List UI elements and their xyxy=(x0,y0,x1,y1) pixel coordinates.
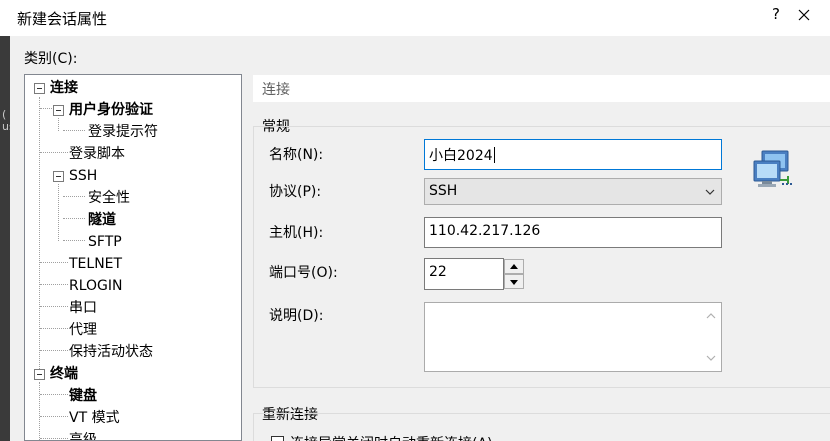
protocol-select[interactable]: SSH xyxy=(424,178,722,205)
collapse-toggle-terminal[interactable] xyxy=(34,369,45,380)
chevron-down-icon xyxy=(705,189,715,195)
auto-reconnect-checkbox[interactable] xyxy=(271,436,284,441)
port-increment-button[interactable] xyxy=(504,259,524,274)
text-caret xyxy=(493,147,495,163)
tree-item-connection[interactable]: 连接 xyxy=(50,77,78,99)
port-label: 端口号(O): xyxy=(269,265,338,281)
tree-connector xyxy=(63,218,85,219)
port-decrement-button[interactable] xyxy=(504,274,524,289)
tree-item-user-auth[interactable]: 用户身份验证 xyxy=(69,99,153,121)
tree-item-telnet[interactable]: TELNET xyxy=(69,253,122,275)
scroll-up-icon[interactable] xyxy=(706,311,716,321)
tree-connector xyxy=(40,262,68,263)
host-field[interactable]: 110.42.217.126 xyxy=(424,217,722,248)
host-label: 主机(H): xyxy=(269,225,324,241)
tree-item-sftp[interactable]: SFTP xyxy=(88,231,122,253)
title-bar: 新建会话属性 ? xyxy=(0,0,830,36)
tree-item-login-prompts[interactable]: 登录提示符 xyxy=(88,121,158,143)
port-field[interactable]: 22 xyxy=(424,258,504,290)
arrow-up-icon xyxy=(510,264,518,269)
tree-item-keyboard[interactable]: 键盘 xyxy=(69,385,97,407)
background-window-sliver: ( us xyxy=(0,36,15,441)
tree-connector xyxy=(63,196,85,197)
panel-header-title: 连接 xyxy=(262,82,290,98)
arrow-down-icon xyxy=(510,280,518,285)
tree-item-ssh[interactable]: SSH xyxy=(69,165,97,187)
description-field[interactable] xyxy=(424,302,722,372)
tree-connector xyxy=(58,184,59,241)
category-tree[interactable]: 连接 用户身份验证 登录提示符 登录脚本 SSH 安全性 隧道 SFTP TEL… xyxy=(24,74,242,441)
name-field-value: 小白2024 xyxy=(429,148,493,164)
tree-connector xyxy=(40,350,68,351)
collapse-toggle-auth[interactable] xyxy=(53,105,64,116)
tree-connector xyxy=(40,152,68,153)
tree-connector xyxy=(40,108,52,109)
name-field[interactable]: 小白2024 xyxy=(424,139,722,170)
host-field-value: 110.42.217.126 xyxy=(429,223,541,239)
tree-item-security[interactable]: 安全性 xyxy=(88,187,130,209)
close-icon[interactable] xyxy=(796,7,812,23)
auto-reconnect-label: 连接异常关闭时自动重新连接(A) xyxy=(290,433,493,441)
port-field-value: 22 xyxy=(429,264,447,280)
tree-connector xyxy=(39,382,40,440)
tree-item-terminal[interactable]: 终端 xyxy=(50,363,78,385)
network-computer-icon xyxy=(753,150,792,187)
tree-connector xyxy=(39,97,40,379)
protocol-select-value: SSH xyxy=(429,183,458,199)
tree-connector xyxy=(40,328,68,329)
tree-connector xyxy=(40,306,68,307)
help-button[interactable]: ? xyxy=(768,5,784,23)
window-title: 新建会话属性 xyxy=(17,10,108,28)
collapse-toggle-ssh[interactable] xyxy=(53,171,64,182)
tree-item-proxy[interactable]: 代理 xyxy=(69,319,97,341)
tree-item-keep-alive[interactable]: 保持活动状态 xyxy=(69,341,153,363)
tree-connector xyxy=(40,416,68,417)
category-label: 类别(C): xyxy=(24,51,78,67)
tree-connector xyxy=(40,284,68,285)
tree-item-tunneling[interactable]: 隧道 xyxy=(88,209,116,231)
tree-item-rlogin[interactable]: RLOGIN xyxy=(69,275,123,297)
tree-connector xyxy=(40,438,68,439)
tree-item-serial[interactable]: 串口 xyxy=(69,297,97,319)
protocol-label: 协议(P): xyxy=(269,184,322,200)
name-label: 名称(N): xyxy=(269,147,324,163)
tree-item-advanced[interactable]: 高级 xyxy=(69,429,97,440)
description-label: 说明(D): xyxy=(269,308,324,324)
scroll-down-icon[interactable] xyxy=(706,353,716,363)
tree-connector xyxy=(58,118,59,131)
tree-item-login-script[interactable]: 登录脚本 xyxy=(69,143,125,165)
collapse-toggle-connection[interactable] xyxy=(34,83,45,94)
tree-connector xyxy=(40,394,68,395)
tree-item-vt-modes[interactable]: VT 模式 xyxy=(69,407,120,429)
tree-connector xyxy=(63,240,85,241)
panel-header: 连接 xyxy=(253,75,830,102)
tree-connector xyxy=(63,130,85,131)
